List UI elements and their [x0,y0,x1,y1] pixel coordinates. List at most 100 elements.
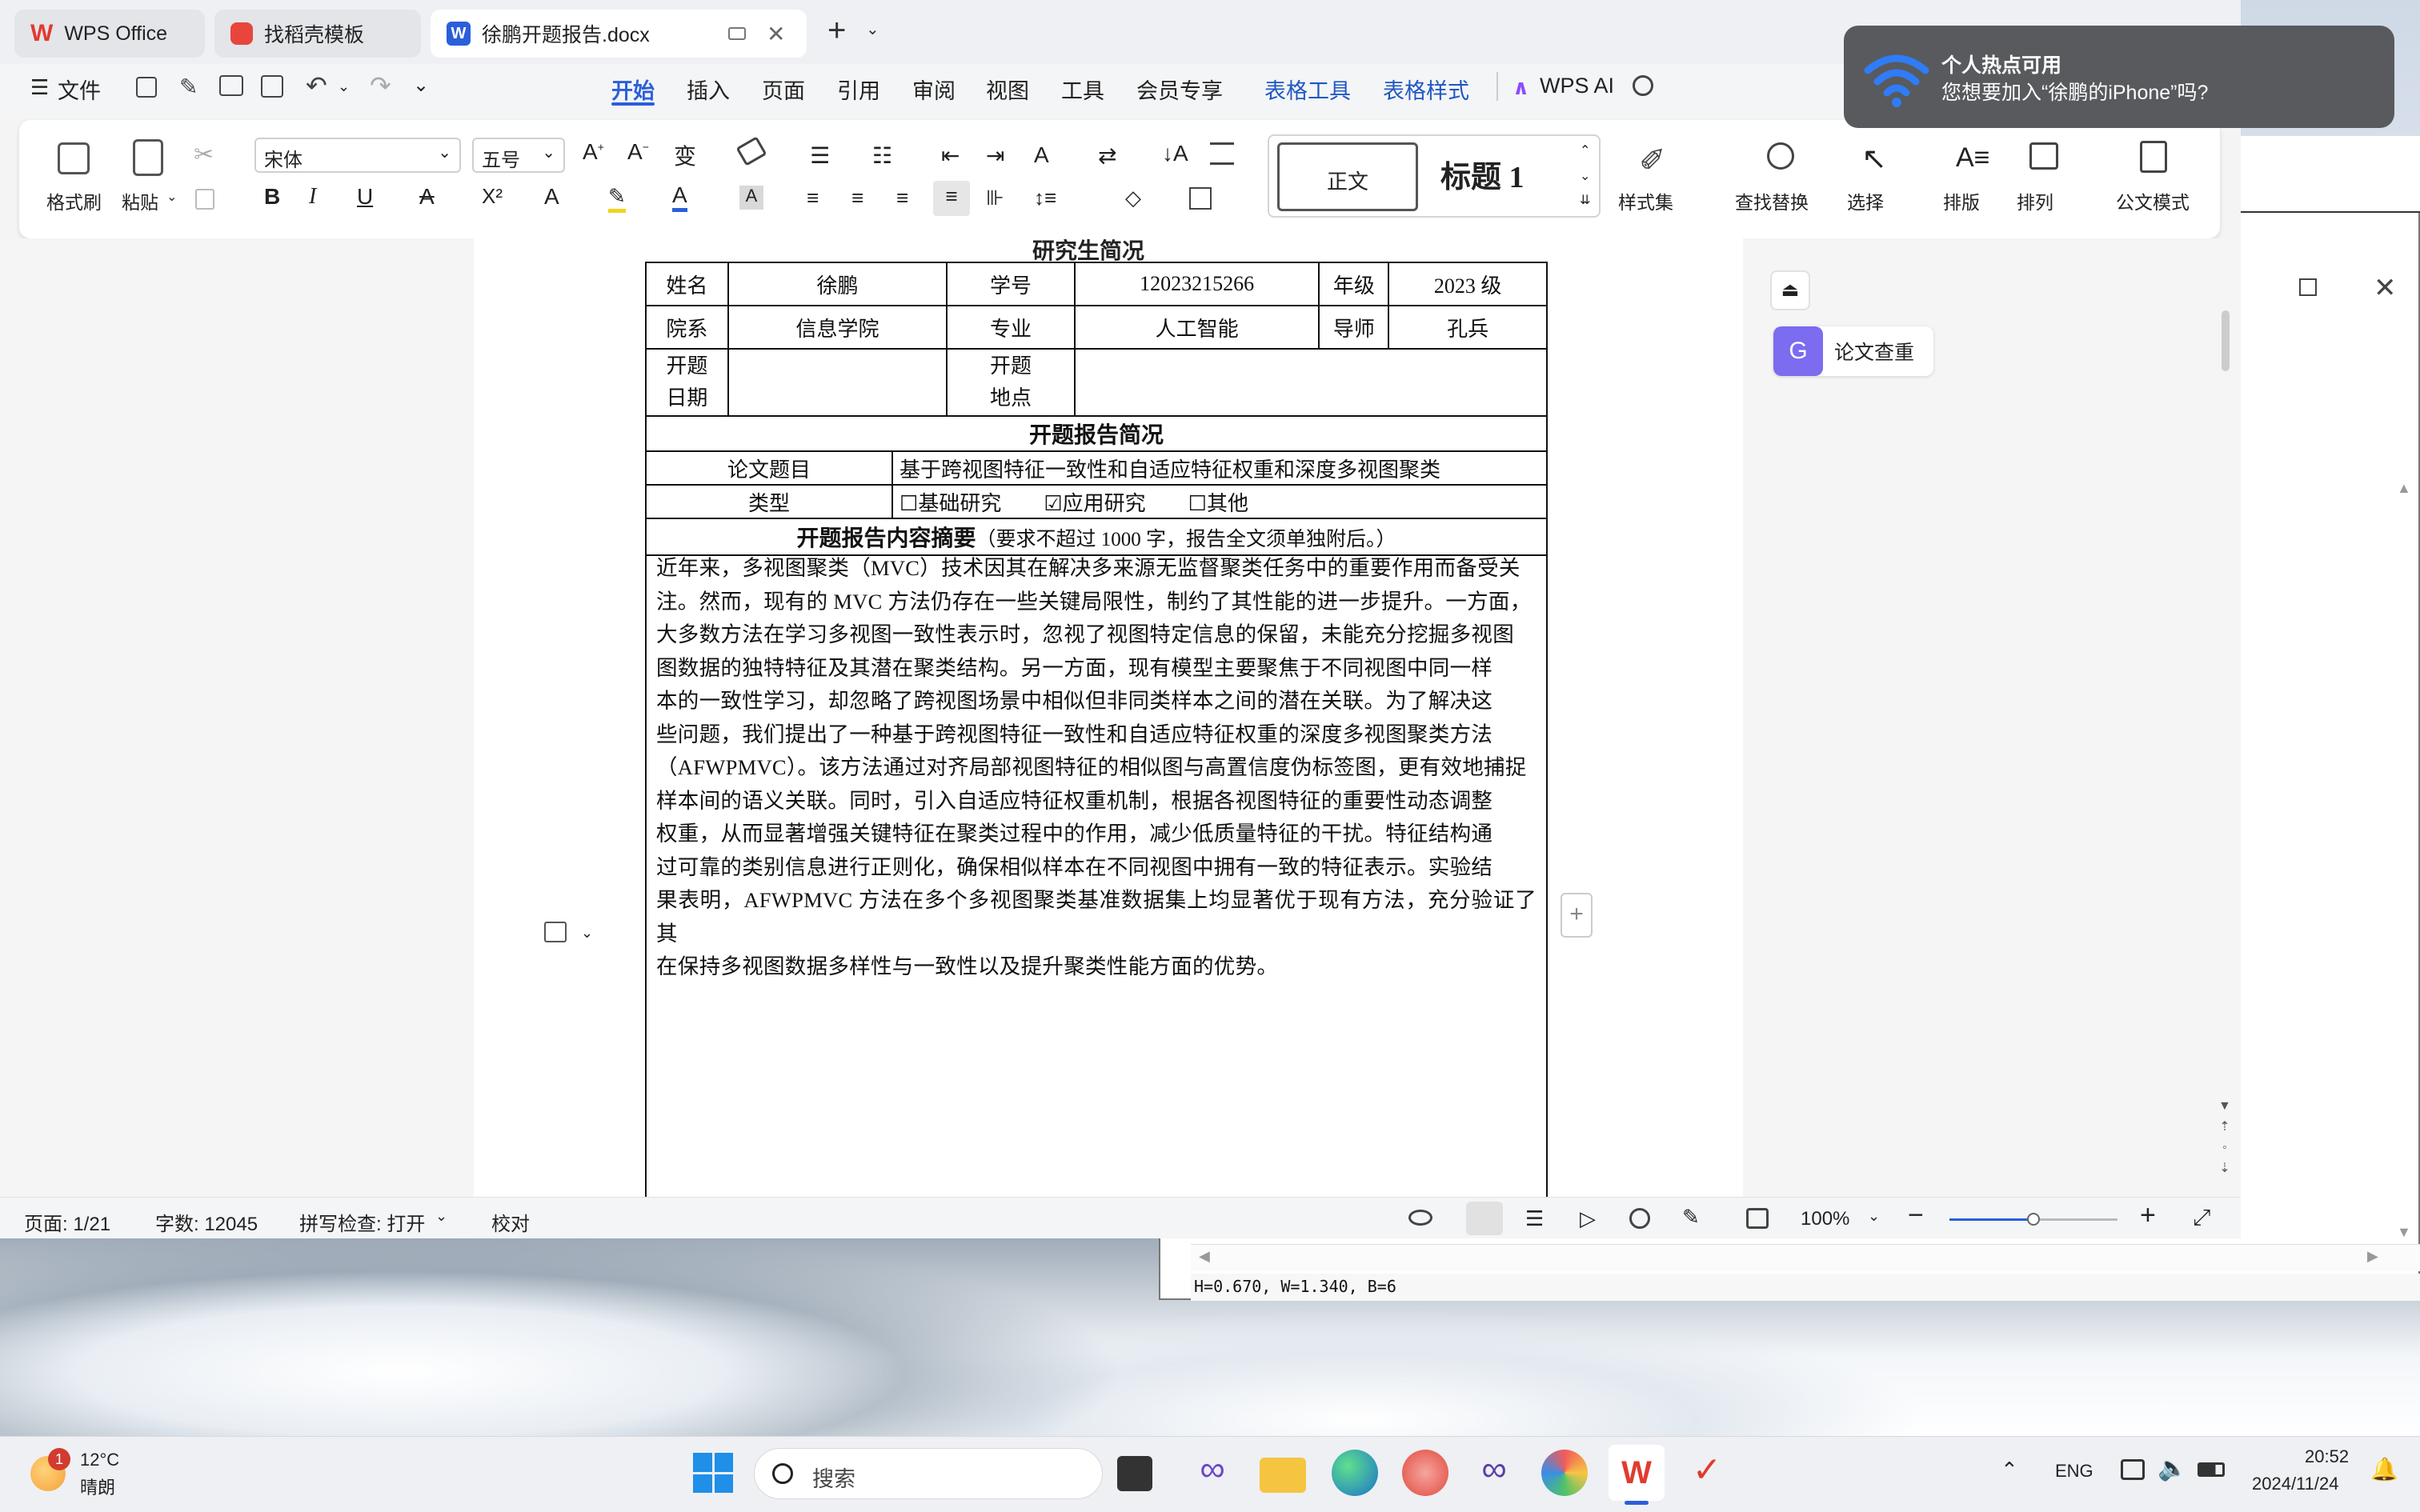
wps-taskbar-icon[interactable]: W [1609,1445,1665,1501]
spell-check-toggle[interactable]: 拼写检查: 打开 [299,1208,425,1236]
zoom-out-icon[interactable]: − [1908,1200,1924,1231]
page-nav-icons[interactable]: ▼ ⇡ ◦ ⇣ [2218,1096,2231,1179]
menu-wps-ai[interactable]: WPS AI [1540,74,1614,98]
undo-dropdown-icon[interactable]: ⌄ [338,78,350,95]
page-indicator[interactable]: 页面: 1/21 [24,1208,110,1236]
tab-list-chevron-icon[interactable]: ⌄ [866,19,879,39]
char-shading-icon[interactable]: A [739,186,763,210]
strikethrough-icon[interactable]: A [419,184,435,210]
cut-icon[interactable]: ✂ [194,141,214,169]
increase-font-icon[interactable]: A+ [583,139,604,165]
arrange-button[interactable]: 排列 [2017,187,2053,214]
hotspot-notification[interactable]: 个人热点可用 您想要加入“徐鹏的iPhone”吗? [1844,26,2394,128]
menu-table-style[interactable]: 表格样式 [1383,74,1469,105]
network-icon[interactable] [2121,1459,2145,1480]
zoom-level[interactable]: 100% [1801,1208,1849,1230]
scrollbar-down-icon[interactable]: ▼ [2397,1224,2411,1241]
zoom-slider[interactable] [1949,1213,2118,1226]
text-effect-icon[interactable]: A [544,184,559,210]
tray-overflow-icon[interactable]: ⌃ [2001,1458,2018,1482]
menu-review[interactable]: 审阅 [912,74,956,105]
paste-dropdown-icon[interactable]: ⌄ [166,189,177,205]
text-direction-icon[interactable]: ⇄ [1098,142,1116,169]
style-expand-icon[interactable]: ⇊ [1580,192,1590,208]
word-count[interactable]: 字数: 12045 [155,1208,258,1236]
search-icon[interactable] [1633,75,1653,96]
tab-wps-office[interactable]: W WPS Office [14,10,205,58]
print-preview-icon[interactable] [261,75,283,98]
menu-tools[interactable]: 工具 [1061,74,1104,105]
shading-fill-icon[interactable]: ◇ [1125,186,1141,210]
more-dropdown-icon[interactable]: ⌄ [413,74,429,97]
scrollbar-up-icon[interactable]: ▲ [2397,480,2411,497]
format-painter-button[interactable]: 格式刷 [46,187,102,214]
fullscreen-icon[interactable]: ⤢ [2193,1205,2210,1231]
phonetic-guide-icon[interactable]: 变 [674,139,696,171]
menu-reference[interactable]: 引用 [837,74,880,105]
play-icon[interactable]: ▷ [1580,1206,1596,1231]
zoom-in-icon[interactable]: + [2140,1200,2156,1231]
id-cell[interactable]: 12023215266 [1073,262,1320,306]
plagiarism-check-button[interactable]: G 论文查重 [1773,326,1933,376]
app-swirl-icon[interactable] [1402,1450,1448,1496]
language-indicator[interactable]: ENG [2055,1461,2093,1482]
name-cell[interactable]: 徐鹏 [727,262,948,306]
underline-icon[interactable]: U [357,184,373,210]
superscript-icon[interactable]: X² [482,184,503,209]
justify-icon[interactable]: ≡ [933,181,970,216]
pen-icon[interactable]: ✎ [1682,1205,1700,1230]
show-marks-icon[interactable] [1210,142,1234,165]
tab-document[interactable]: W 徐鹏开题报告.docx ✕ [431,10,807,58]
close-icon[interactable]: ✕ [2374,272,2397,304]
layout-button[interactable]: 排版 [1943,187,1980,214]
eye-protection-icon[interactable] [1408,1210,1432,1226]
proofread-button[interactable]: 校对 [491,1208,530,1236]
abstract-text[interactable]: 近年来，多视图聚类（MVC）技术因其在解决多来源无监督聚类任务中的重要作用而备受… [656,552,1537,984]
maximize-icon[interactable] [2299,278,2317,296]
decrease-indent-icon[interactable]: ⇤ [941,142,960,169]
horizontal-scrollbar[interactable]: ◀ ▶ [1191,1244,2420,1271]
dept-cell[interactable]: 信息学院 [727,305,948,350]
checkbox-basic[interactable]: ☐ [899,492,918,515]
italic-icon[interactable]: I [309,184,316,210]
bold-icon[interactable]: B [264,184,280,210]
highlight-icon[interactable]: ✎ [608,184,626,213]
clock-time[interactable]: 20:52 [2305,1446,2349,1467]
style-normal[interactable]: 正文 [1277,142,1418,211]
style-heading-1[interactable]: 标题 1 [1440,152,1525,196]
hamburger-icon[interactable]: ☰ [30,75,49,100]
official-mode-button[interactable]: 公文模式 [2116,187,2190,214]
redo-icon[interactable]: ↷ [370,70,391,101]
edge-icon[interactable] [1332,1450,1378,1496]
style-scroll-up-icon[interactable]: ⌃ [1580,142,1590,158]
checkbox-other[interactable]: ☐ [1188,492,1207,515]
align-right-icon[interactable]: ≡ [896,186,908,210]
canvas-scrollbar-thumb[interactable] [2222,310,2230,371]
save-icon[interactable] [136,77,157,98]
menu-insert[interactable]: 插入 [687,74,730,105]
close-tab-icon[interactable]: ✕ [767,21,785,47]
menu-member[interactable]: 会员专享 [1136,74,1223,105]
print-icon[interactable] [219,75,243,96]
scroll-right-icon[interactable]: ▶ [2367,1248,2378,1265]
place-cell[interactable] [1073,348,1549,417]
page-view-icon[interactable] [1466,1202,1503,1235]
start-button[interactable] [693,1453,733,1493]
volume-icon[interactable]: 🔈 [2158,1454,2187,1482]
decrease-font-icon[interactable]: A− [627,139,649,165]
zoom-slider-thumb[interactable] [2027,1213,2040,1226]
font-size-select[interactable]: 五号 ⌄ [472,138,565,173]
scroll-left-icon[interactable]: ◀ [1199,1248,1210,1265]
checkbox-applied[interactable]: ☑ [1044,492,1062,515]
float-window-icon[interactable] [728,27,746,40]
table-handle-icon[interactable] [544,922,567,942]
menu-page[interactable]: 页面 [762,74,805,105]
task-view-icon[interactable] [1117,1456,1152,1491]
font-color-icon[interactable]: A [672,182,687,212]
add-column-button[interactable]: + [1561,893,1593,938]
wps-pdf-icon[interactable]: ✓ [1684,1450,1730,1496]
paint-icon[interactable] [1541,1450,1588,1496]
taskbar-search[interactable]: 搜索 [754,1448,1103,1499]
date-cell[interactable] [727,348,948,417]
outline-view-icon[interactable]: ☰ [1525,1206,1544,1231]
